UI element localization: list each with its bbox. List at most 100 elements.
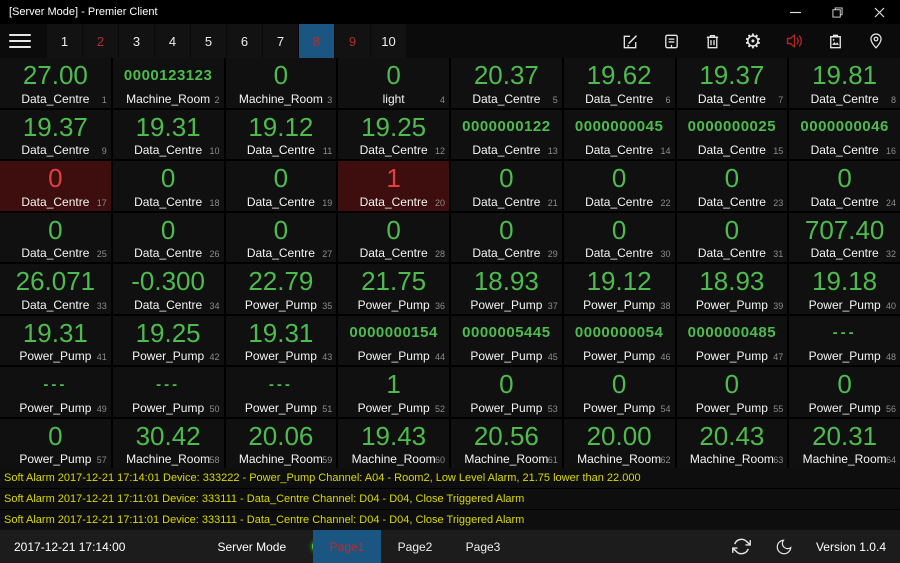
clear-images-button[interactable] [825, 30, 845, 52]
tab-1[interactable]: 1 [47, 24, 83, 58]
delete-button[interactable] [702, 30, 722, 52]
sensor-cell[interactable]: 20.37 Data_Centre 5 [451, 58, 562, 108]
sensor-cell[interactable]: 0 Power_Pump 56 [789, 367, 900, 417]
sensor-cell[interactable]: 26.071 Data_Centre 33 [0, 264, 111, 314]
sensor-cell[interactable]: 0000005445 Power_Pump 45 [451, 316, 562, 366]
alarm-message[interactable]: Soft Alarm 2017-12-21 17:14:01 Device: 3… [0, 468, 900, 488]
page-tab-page2[interactable]: Page2 [381, 530, 449, 563]
sensor-cell[interactable]: 0 Power_Pump 55 [677, 367, 788, 417]
sensor-cell[interactable]: 0 light 4 [338, 58, 449, 108]
sensor-cell[interactable]: 1 Data_Centre 20 [338, 161, 449, 211]
sensor-cell[interactable]: 0 Data_Centre 26 [113, 213, 224, 263]
minimize-button[interactable] [774, 0, 816, 24]
tab-2[interactable]: 2 [83, 24, 119, 58]
sensor-cell[interactable]: 19.25 Power_Pump 42 [113, 316, 224, 366]
tab-10[interactable]: 10 [371, 24, 407, 58]
sensor-cell[interactable]: 0000000045 Data_Centre 14 [564, 110, 675, 160]
sensor-cell[interactable]: 20.43 Machine_Room 63 [677, 419, 788, 469]
night-mode-button[interactable] [774, 536, 794, 558]
tab-6[interactable]: 6 [227, 24, 263, 58]
sensor-cell[interactable]: 0 Data_Centre 29 [451, 213, 562, 263]
sensor-cell[interactable]: 1 Power_Pump 52 [338, 367, 449, 417]
sensor-cell[interactable]: 0 Data_Centre 28 [338, 213, 449, 263]
page-tab-page1[interactable]: Page1 [313, 530, 381, 563]
sensor-cell[interactable]: 0000000154 Power_Pump 44 [338, 316, 449, 366]
sensor-value: 0 [0, 213, 111, 245]
restore-button[interactable] [816, 0, 858, 24]
save-button[interactable] [661, 30, 681, 52]
sensor-cell[interactable]: 0 Power_Pump 54 [564, 367, 675, 417]
sensor-cell[interactable]: 27.00 Data_Centre 1 [0, 58, 111, 108]
sensor-index: 9 [102, 146, 107, 156]
sensor-cell[interactable]: 0000123123 Machine_Room 2 [113, 58, 224, 108]
sensor-cell[interactable]: 0 Power_Pump 57 [0, 419, 111, 469]
sensor-cell[interactable]: 30.42 Machine_Room 58 [113, 419, 224, 469]
sensor-cell[interactable]: 19.25 Data_Centre 12 [338, 110, 449, 160]
tab-4[interactable]: 4 [155, 24, 191, 58]
menu-button[interactable] [9, 34, 31, 48]
sensor-cell[interactable]: 20.31 Machine_Room 64 [789, 419, 900, 469]
sensor-cell[interactable]: 19.31 Power_Pump 41 [0, 316, 111, 366]
close-button[interactable] [858, 0, 900, 24]
sensor-cell[interactable]: 19.31 Data_Centre 10 [113, 110, 224, 160]
sensor-cell[interactable]: 0000000046 Data_Centre 16 [789, 110, 900, 160]
sensor-cell[interactable]: 19.81 Data_Centre 8 [789, 58, 900, 108]
settings-button[interactable]: ⚙ [743, 30, 763, 52]
sensor-cell[interactable]: 0000000054 Power_Pump 46 [564, 316, 675, 366]
sensor-cell[interactable]: 0 Data_Centre 24 [789, 161, 900, 211]
sensor-cell[interactable]: 0000000485 Power_Pump 47 [677, 316, 788, 366]
tab-3[interactable]: 3 [119, 24, 155, 58]
sensor-cell[interactable]: 0000000025 Data_Centre 15 [677, 110, 788, 160]
location-button[interactable] [866, 30, 886, 52]
sensor-index: 46 [660, 352, 670, 362]
sensor-cell[interactable]: 19.12 Power_Pump 38 [564, 264, 675, 314]
sensor-cell[interactable]: -0.300 Data_Centre 34 [113, 264, 224, 314]
server-mode-label: Server Mode [217, 540, 286, 554]
sensor-cell[interactable]: 19.31 Power_Pump 43 [226, 316, 337, 366]
sensor-cell[interactable]: 0 Data_Centre 25 [0, 213, 111, 263]
sensor-cell[interactable]: 0 Data_Centre 19 [226, 161, 337, 211]
sensor-cell[interactable]: 22.79 Power_Pump 35 [226, 264, 337, 314]
sensor-index: 1 [102, 95, 107, 105]
sensor-cell[interactable]: 20.00 Machine_Room 62 [564, 419, 675, 469]
sync-button[interactable] [732, 536, 752, 558]
sensor-cell[interactable]: 0000000122 Data_Centre 13 [451, 110, 562, 160]
sensor-cell[interactable]: --- Power_Pump 49 [0, 367, 111, 417]
sensor-cell[interactable]: --- Power_Pump 51 [226, 367, 337, 417]
alarm-message[interactable]: Soft Alarm 2017-12-21 17:11:01 Device: 3… [0, 489, 900, 509]
sensor-cell[interactable]: 0 Data_Centre 18 [113, 161, 224, 211]
tab-7[interactable]: 7 [263, 24, 299, 58]
alarm-message[interactable]: Soft Alarm 2017-12-21 17:11:01 Device: 3… [0, 510, 900, 530]
sensor-cell[interactable]: --- Power_Pump 48 [789, 316, 900, 366]
sensor-value: 0000005445 [451, 316, 562, 348]
audio-mute-button[interactable] [784, 30, 804, 52]
sensor-cell[interactable]: 0 Data_Centre 22 [564, 161, 675, 211]
sensor-cell[interactable]: 19.43 Machine_Room 60 [338, 419, 449, 469]
sensor-cell[interactable]: 18.93 Power_Pump 37 [451, 264, 562, 314]
tab-8[interactable]: 8 [299, 24, 335, 58]
tab-9[interactable]: 9 [335, 24, 371, 58]
sensor-cell[interactable]: 0 Data_Centre 23 [677, 161, 788, 211]
sensor-cell[interactable]: 19.62 Data_Centre 6 [564, 58, 675, 108]
tab-5[interactable]: 5 [191, 24, 227, 58]
sensor-cell[interactable]: 19.12 Data_Centre 11 [226, 110, 337, 160]
sensor-cell[interactable]: 21.75 Power_Pump 36 [338, 264, 449, 314]
sensor-value: 19.12 [226, 110, 337, 142]
sensor-cell[interactable]: 19.37 Data_Centre 7 [677, 58, 788, 108]
sensor-cell[interactable]: 0 Data_Centre 30 [564, 213, 675, 263]
edit-button[interactable] [620, 30, 640, 52]
sensor-cell[interactable]: 0 Power_Pump 53 [451, 367, 562, 417]
sensor-cell[interactable]: 19.18 Power_Pump 40 [789, 264, 900, 314]
sensor-cell[interactable]: 0 Data_Centre 17 [0, 161, 111, 211]
sensor-cell[interactable]: 0 Data_Centre 21 [451, 161, 562, 211]
sensor-cell[interactable]: 18.93 Power_Pump 39 [677, 264, 788, 314]
sensor-cell[interactable]: 19.37 Data_Centre 9 [0, 110, 111, 160]
sensor-cell[interactable]: --- Power_Pump 50 [113, 367, 224, 417]
page-tab-page3[interactable]: Page3 [449, 530, 517, 563]
sensor-cell[interactable]: 0 Machine_Room 3 [226, 58, 337, 108]
sensor-cell[interactable]: 0 Data_Centre 31 [677, 213, 788, 263]
sensor-cell[interactable]: 707.40 Data_Centre 32 [789, 213, 900, 263]
sensor-cell[interactable]: 20.56 Machine_Room 61 [451, 419, 562, 469]
sensor-cell[interactable]: 0 Data_Centre 27 [226, 213, 337, 263]
sensor-cell[interactable]: 20.06 Machine_Room 59 [226, 419, 337, 469]
